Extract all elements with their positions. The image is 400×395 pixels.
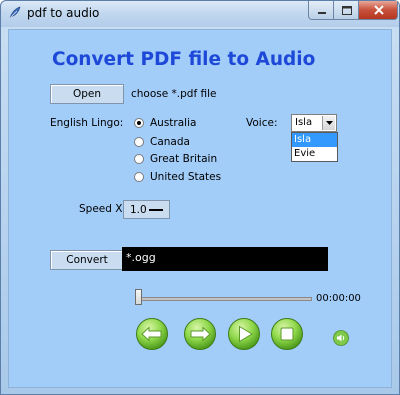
speed-label: Speed X	[79, 203, 123, 215]
radio-canada[interactable]: Canada	[134, 135, 190, 149]
stop-icon	[280, 327, 294, 341]
radio-australia[interactable]: Australia	[134, 116, 196, 130]
speed-value: 1.0	[130, 204, 147, 216]
app-content: Convert PDF file to Audio Open choose *.…	[8, 29, 392, 388]
radio-indicator	[134, 172, 144, 182]
radio-indicator	[134, 154, 144, 164]
close-icon	[374, 5, 384, 15]
dropdown-arrow-button[interactable]	[322, 116, 335, 130]
voice-dropdown-list: Isla Evie	[291, 132, 338, 162]
minimize-icon	[318, 12, 326, 14]
english-lingo-label: English Lingo:	[50, 117, 124, 129]
radio-label: United States	[150, 171, 222, 183]
output-file-field[interactable]: *.ogg	[122, 247, 328, 271]
voice-option-evie[interactable]: Evie	[292, 147, 337, 161]
voice-option-isla[interactable]: Isla	[292, 133, 337, 147]
forward-button[interactable]	[183, 317, 217, 351]
close-button[interactable]	[358, 1, 398, 20]
radio-label: Great Britain	[150, 153, 218, 165]
window-title: pdf to audio	[27, 6, 100, 20]
radio-indicator-selected	[134, 118, 144, 128]
chevron-down-icon	[326, 121, 333, 125]
open-button[interactable]: Open	[50, 84, 124, 104]
app-feather-icon	[9, 6, 21, 19]
page-title: Convert PDF file to Audio	[52, 49, 316, 70]
radio-united-states[interactable]: United States	[134, 170, 221, 184]
radio-label: Australia	[150, 117, 197, 129]
voice-selected-value: Isla	[295, 117, 313, 128]
time-display: 00:00:00	[316, 293, 361, 304]
seek-slider-handle[interactable]	[135, 289, 142, 305]
convert-button[interactable]: Convert	[50, 250, 124, 270]
title-bar[interactable]: pdf to audio	[1, 1, 399, 27]
play-button[interactable]	[227, 317, 261, 351]
rewind-button[interactable]	[135, 317, 169, 351]
choose-file-label: choose *.pdf file	[131, 88, 217, 100]
voice-label: Voice:	[246, 117, 278, 129]
radio-great-britain[interactable]: Great Britain	[134, 152, 217, 166]
voice-select[interactable]: Isla	[291, 114, 337, 132]
radio-label: Canada	[150, 136, 190, 148]
maximize-button[interactable]	[333, 1, 359, 20]
radio-indicator	[134, 137, 144, 147]
speaker-icon[interactable]	[333, 330, 349, 346]
stop-button[interactable]	[270, 317, 304, 351]
speed-select[interactable]: 1.0	[123, 200, 170, 219]
seek-slider[interactable]	[136, 297, 312, 301]
maximize-icon	[342, 6, 352, 15]
app-window: pdf to audio Convert PDF file to Audio O…	[0, 0, 400, 395]
minimize-button[interactable]	[308, 1, 334, 20]
option-menu-indicator-icon	[149, 209, 163, 211]
